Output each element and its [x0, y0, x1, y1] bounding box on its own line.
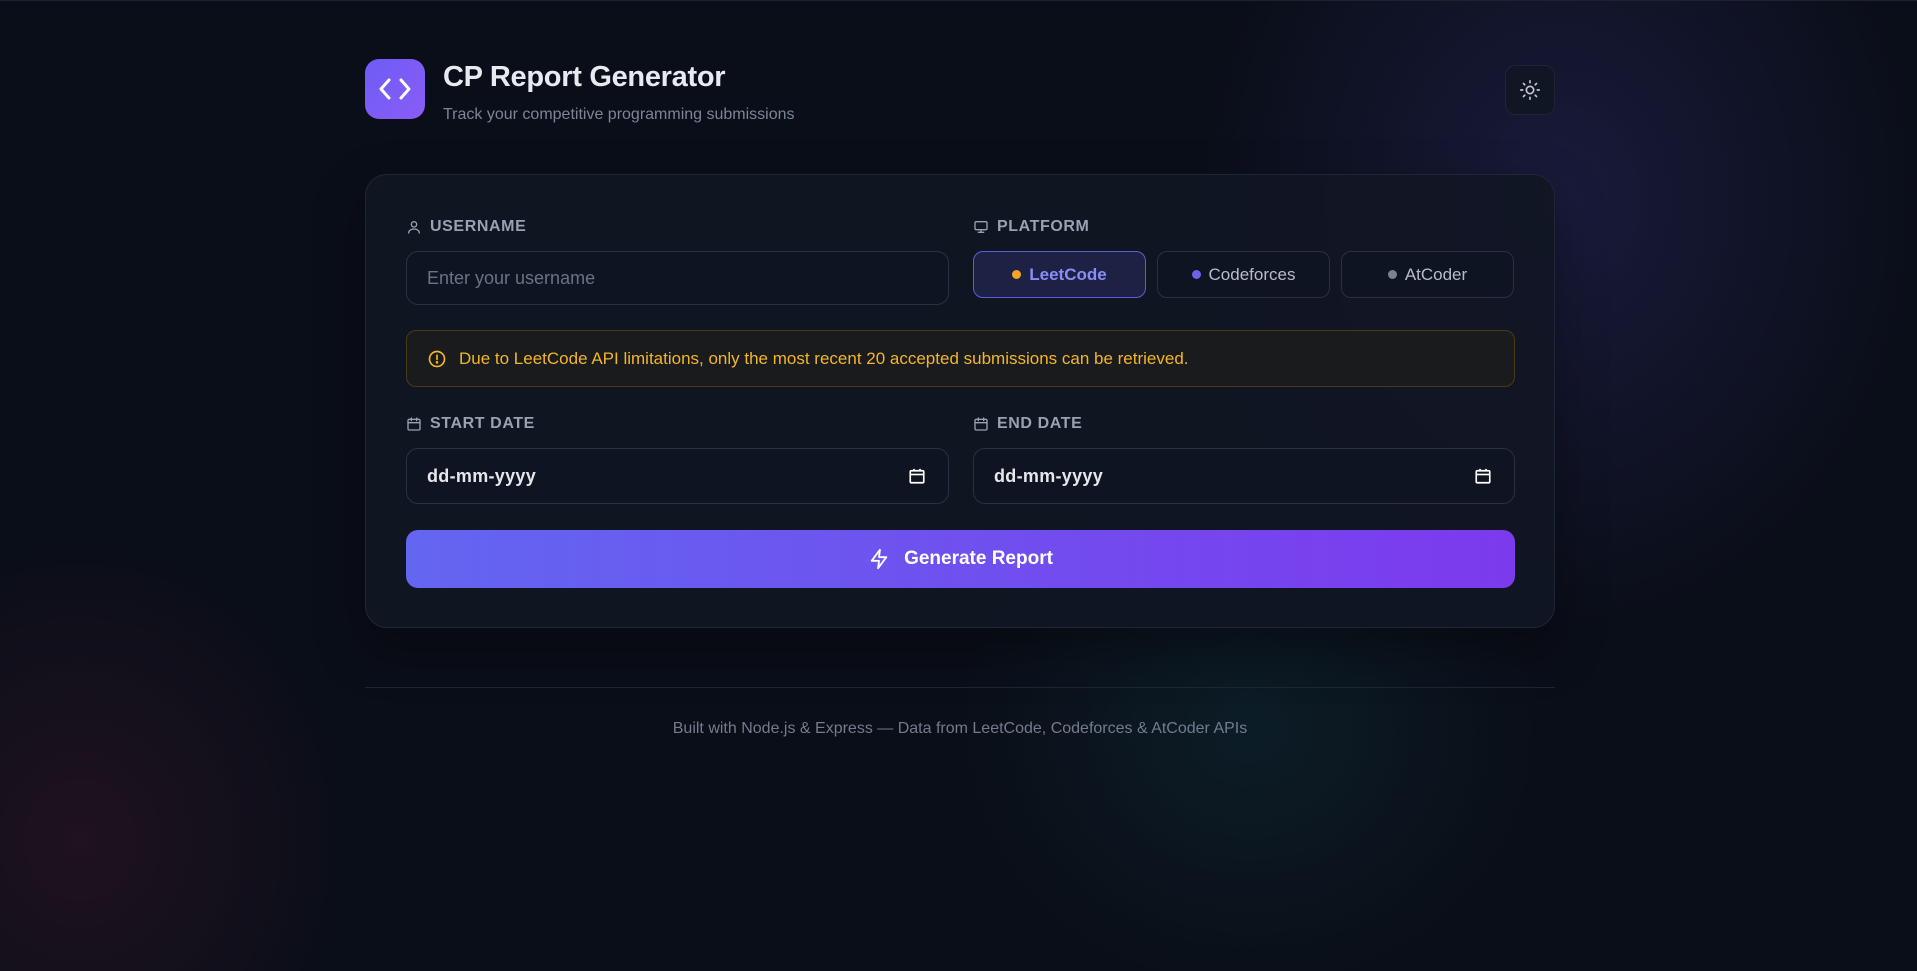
platform-option-leetcode[interactable]: LeetCode: [973, 251, 1146, 298]
username-label-text: USERNAME: [430, 218, 527, 235]
platform-option-label: AtCoder: [1404, 264, 1468, 284]
alert-circle-icon: [428, 350, 446, 367]
platform-option-label: LeetCode: [1029, 264, 1107, 284]
start-date-label-text: START DATE: [430, 415, 535, 432]
sun-icon: [1520, 80, 1540, 100]
username-input[interactable]: Enter your username: [406, 251, 949, 305]
lightning-icon: [870, 548, 888, 570]
calendar-picker-icon[interactable]: [1474, 467, 1492, 485]
platform-label: PLATFORM: [973, 218, 1090, 236]
calendar-picker-icon[interactable]: [908, 467, 926, 485]
end-date-placeholder: dd-mm-yyyy: [994, 465, 1104, 486]
theme-toggle-button[interactable]: [1505, 65, 1555, 115]
page-subtitle: Track your competitive programming submi…: [443, 106, 795, 123]
end-date-label: END DATE: [973, 415, 1082, 433]
app-logo: [365, 59, 425, 119]
user-icon: [408, 221, 420, 234]
platform-option-codeforces[interactable]: Codeforces: [1157, 251, 1330, 298]
start-date-input[interactable]: dd-mm-yyyy: [406, 448, 949, 504]
api-limit-warning: Due to LeetCode API limitations, only th…: [406, 330, 1515, 387]
page-title: CP Report Generator: [443, 61, 726, 93]
platform-option-atcoder[interactable]: AtCoder: [1341, 251, 1514, 298]
calendar-icon: [974, 417, 988, 431]
codeforces-dot: [1191, 270, 1201, 279]
monitor-icon: [974, 221, 988, 233]
warning-text: Due to LeetCode API limitations, only th…: [459, 348, 1189, 368]
platform-option-label: Codeforces: [1208, 264, 1296, 284]
platform-label-text: PLATFORM: [997, 218, 1090, 235]
username-label: USERNAME: [406, 218, 526, 236]
footer-text: Built with Node.js & Express — Data from…: [672, 720, 1248, 737]
generate-report-label: Generate Report: [904, 548, 1053, 569]
page-header: CP Report Generator Track your competiti…: [365, 59, 1555, 139]
report-form-card: USERNAME Enter your username PLATFORM Le…: [365, 174, 1555, 628]
start-date-label: START DATE: [406, 415, 535, 433]
atcoder-dot: [1387, 270, 1397, 279]
end-date-label-text: END DATE: [997, 415, 1083, 432]
footer-divider: [365, 687, 1555, 688]
generate-report-button[interactable]: Generate Report: [406, 530, 1515, 588]
username-placeholder: Enter your username: [427, 267, 596, 288]
calendar-icon: [407, 417, 421, 431]
code-brackets-icon: [379, 78, 411, 100]
leetcode-dot: [1012, 270, 1022, 279]
start-date-placeholder: dd-mm-yyyy: [427, 465, 537, 486]
end-date-input[interactable]: dd-mm-yyyy: [973, 448, 1515, 504]
